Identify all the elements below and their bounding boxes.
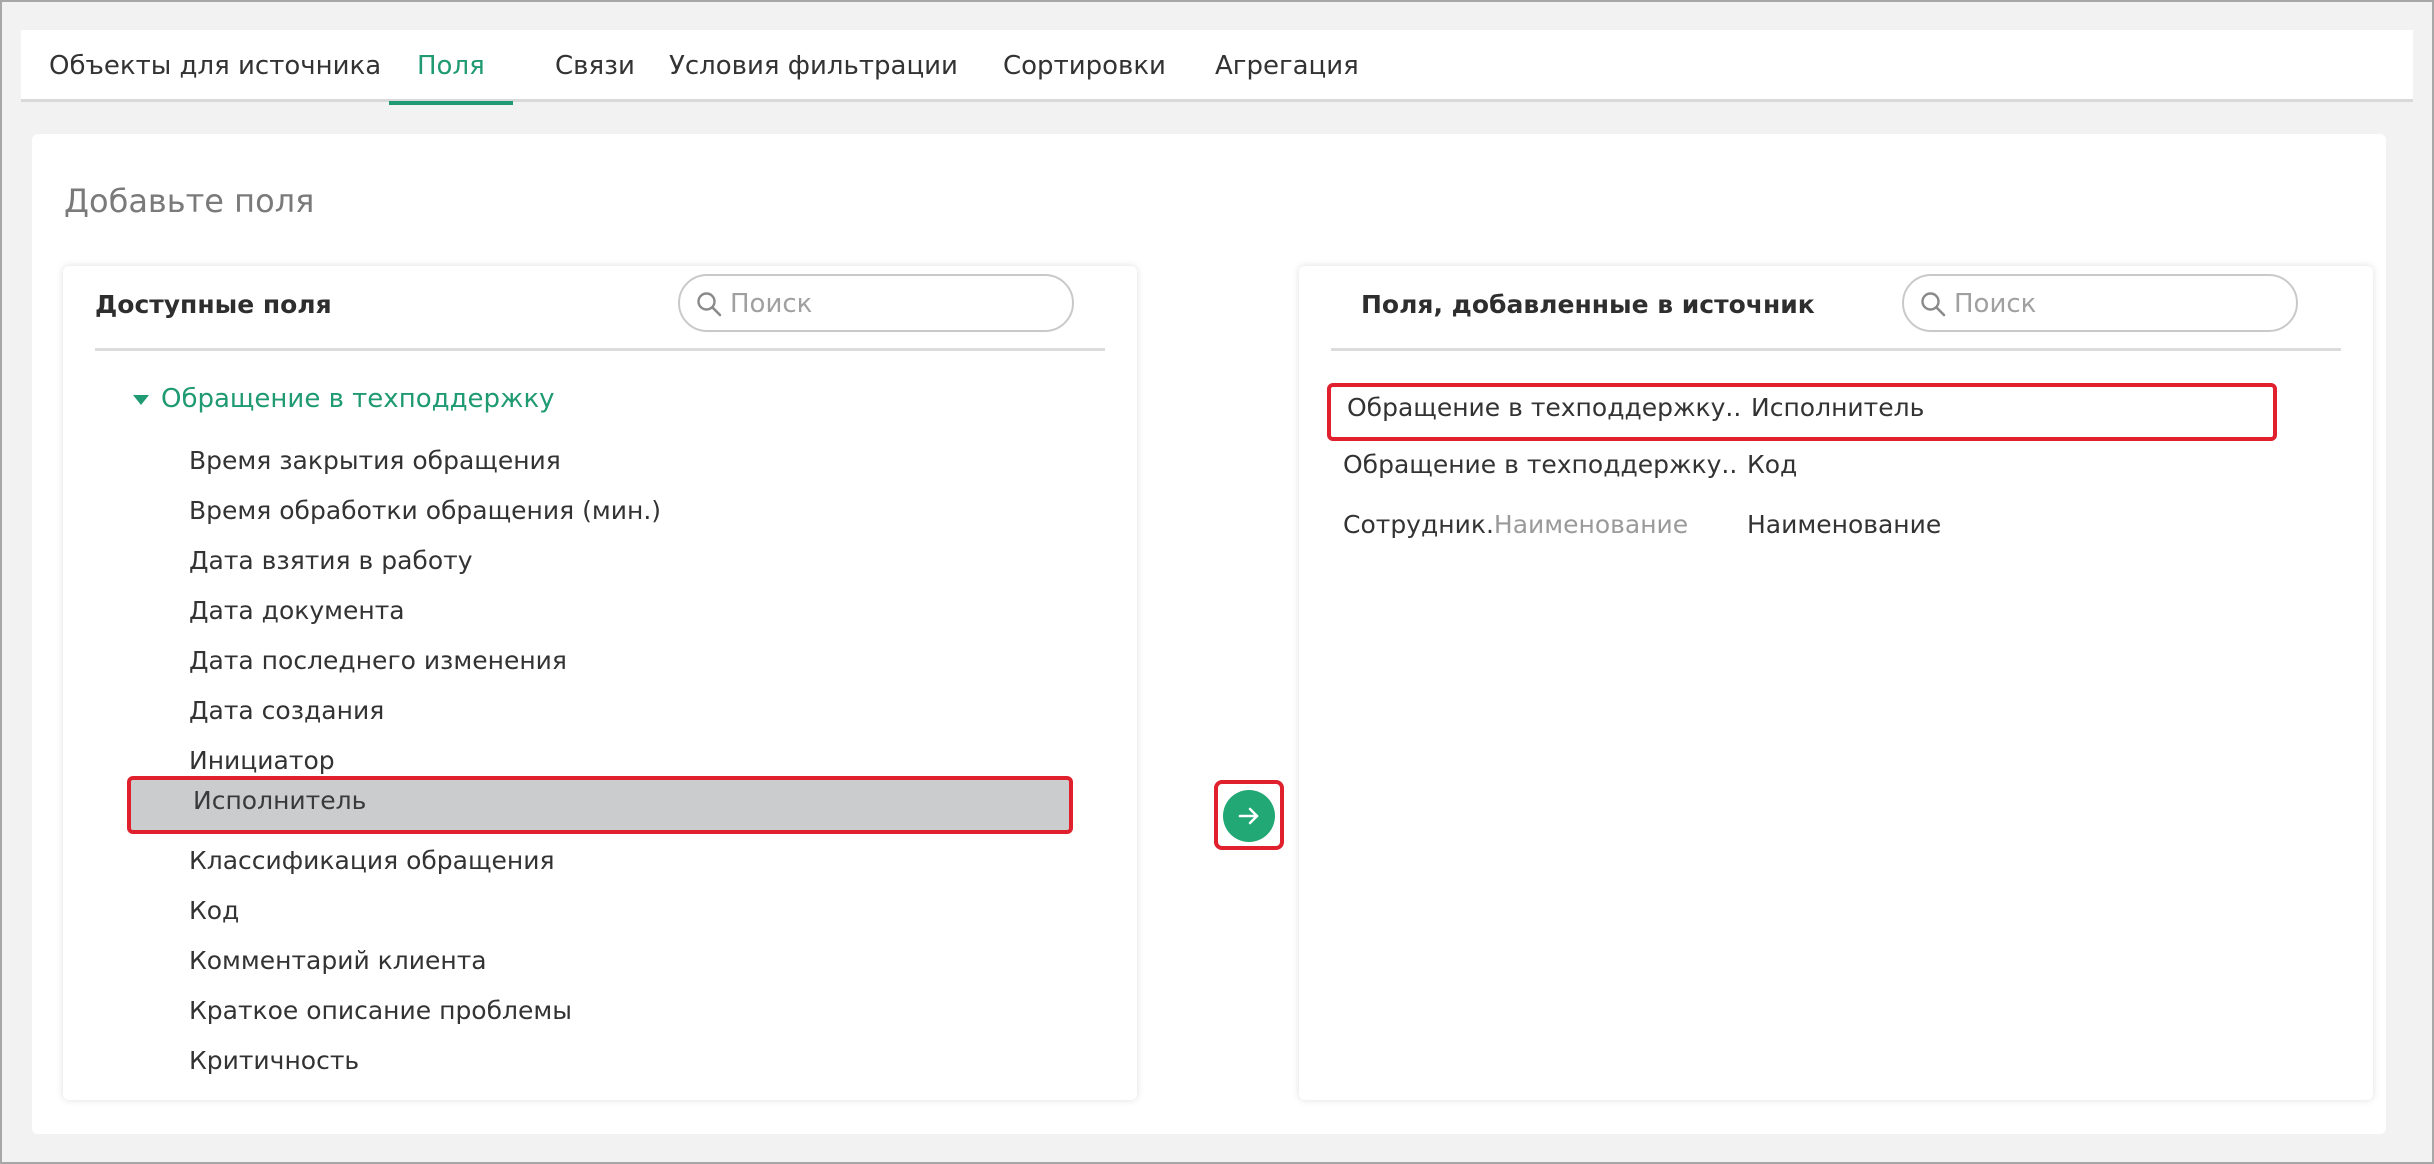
tree-group-label: Обращение в техподдержку — [161, 384, 555, 414]
tree-group-support-request[interactable]: Обращение в техподдержку — [133, 384, 555, 414]
added-field-name: Наименование — [1747, 510, 1942, 539]
added-field-path: Обращение в техподдержку.... — [1347, 393, 1743, 422]
added-field-name: Код — [1747, 450, 1798, 479]
add-field-button[interactable] — [1223, 790, 1275, 842]
added-field-path: Сотрудник.Наименование — [1343, 510, 1689, 539]
added-search-input[interactable] — [1952, 284, 2276, 324]
field-item[interactable]: Дата взятия в работу — [127, 536, 1073, 586]
tab-bar: Объекты для источника Поля Связи Условия… — [21, 30, 2413, 105]
caret-down-icon — [133, 394, 149, 405]
available-fields-panel: Доступные поля Обращение в техподдержку … — [63, 266, 1137, 1100]
add-button-highlight — [1214, 780, 1284, 850]
search-icon — [697, 292, 722, 317]
search-icon — [1921, 292, 1946, 317]
added-fields-title: Поля, добавленные в источник — [1361, 290, 1815, 319]
added-search[interactable] — [1902, 274, 2298, 332]
added-field-row[interactable]: Обращение в техподдержку.... Код — [1327, 440, 2277, 490]
window-frame: Объекты для источника Поля Связи Условия… — [0, 0, 2434, 1164]
field-item[interactable]: Классификация обращения — [127, 836, 1073, 886]
tab-sorting[interactable]: Сортировки — [975, 30, 1194, 102]
added-field-row[interactable]: Обращение в техподдержку.... Исполнитель — [1327, 383, 2277, 441]
available-search[interactable] — [678, 274, 1074, 332]
added-field-path: Обращение в техподдержку.... — [1343, 450, 1739, 479]
available-fields-title: Доступные поля — [95, 290, 332, 319]
tab-filter-conditions[interactable]: Условия фильтрации — [641, 30, 986, 102]
card-title: Добавьте поля — [64, 182, 315, 220]
tab-source-objects[interactable]: Объекты для источника — [21, 30, 409, 102]
added-field-row[interactable]: Сотрудник.Наименование Наименование — [1327, 500, 2277, 550]
field-item[interactable]: Краткое описание проблемы — [127, 986, 1073, 1036]
field-item-selected[interactable]: Исполнитель — [127, 776, 1073, 834]
field-item[interactable]: Дата последнего изменения — [127, 636, 1073, 686]
field-item[interactable]: Критичность — [127, 1036, 1073, 1086]
available-search-input[interactable] — [728, 284, 1052, 324]
fields-card: Добавьте поля Доступные поля Обращение в… — [32, 134, 2386, 1134]
field-item[interactable]: Дата документа — [127, 586, 1073, 636]
field-item[interactable]: Комментарий клиента — [127, 936, 1073, 986]
field-item[interactable]: Код — [127, 886, 1073, 936]
tab-fields[interactable]: Поля — [389, 30, 513, 105]
added-fields-panel: Поля, добавленные в источник Обращение в… — [1299, 266, 2373, 1100]
tab-aggregation[interactable]: Агрегация — [1187, 30, 1387, 102]
field-item[interactable]: Дата создания — [127, 686, 1073, 736]
arrow-right-icon — [1238, 807, 1259, 825]
added-field-name: Исполнитель — [1751, 393, 1925, 422]
field-item[interactable]: Время обработки обращения (мин.) — [127, 486, 1073, 536]
field-item[interactable]: Время закрытия обращения — [127, 436, 1073, 486]
